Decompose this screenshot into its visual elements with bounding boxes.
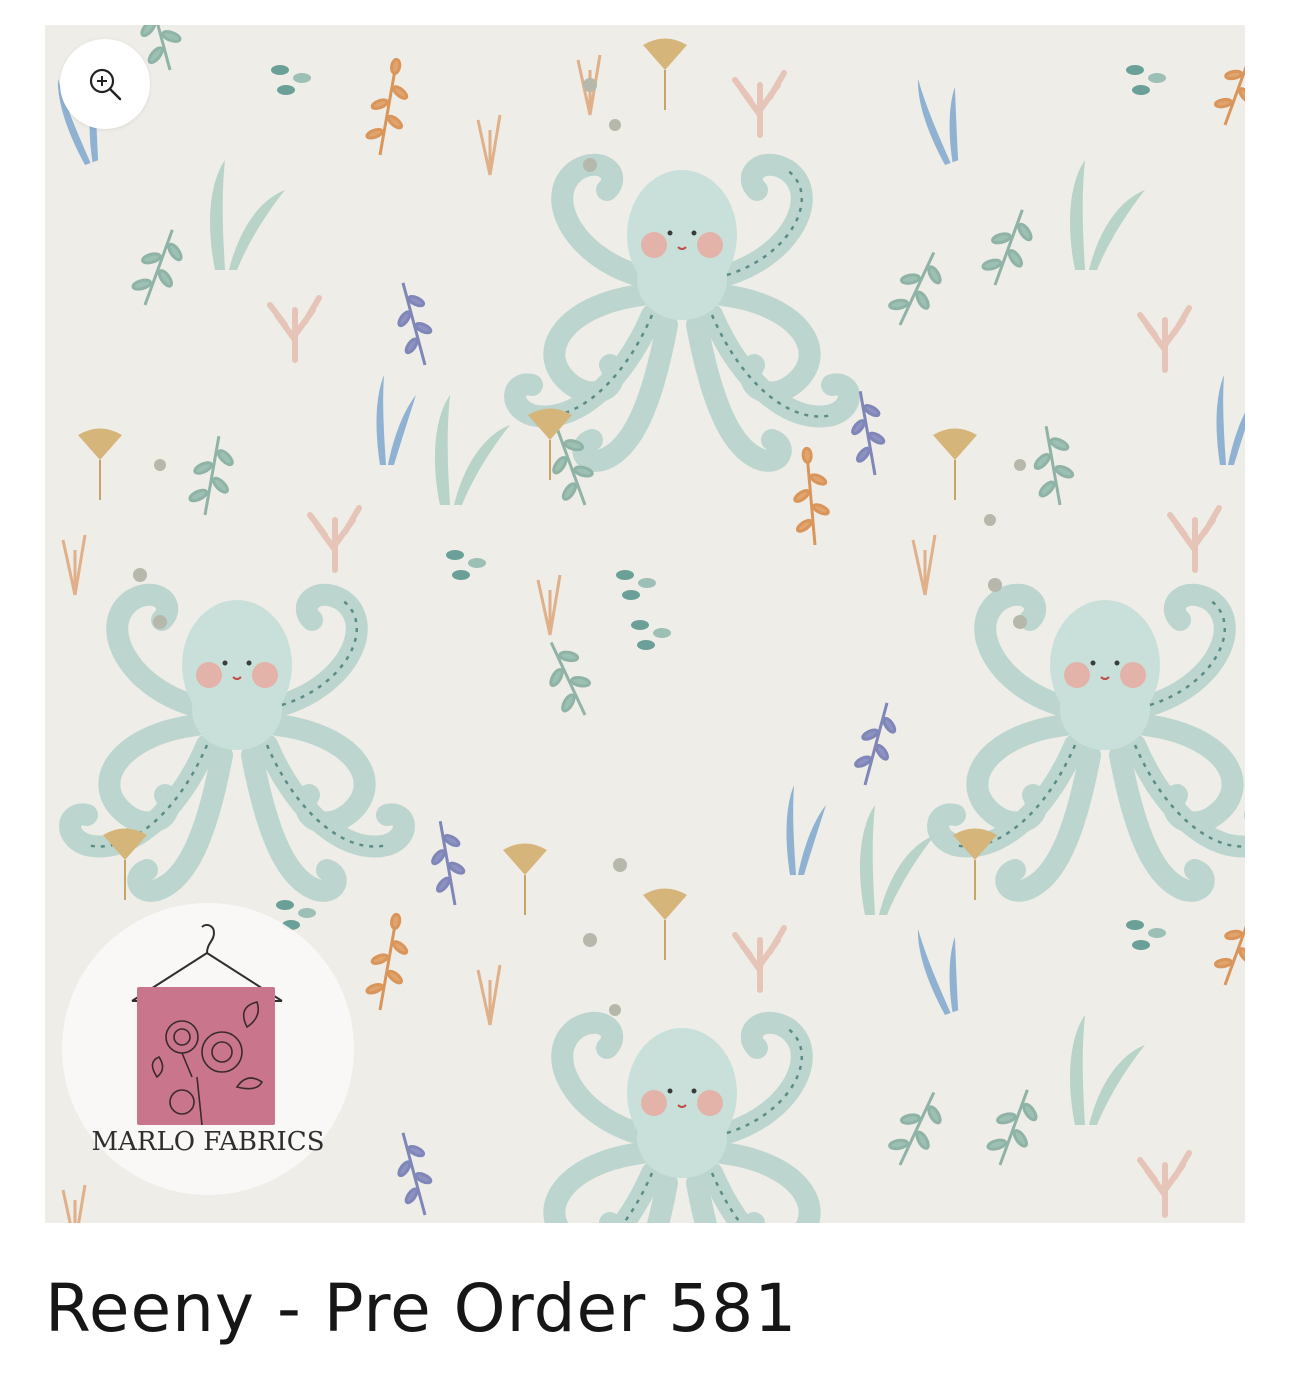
product-image[interactable]: MARLO FABRICS	[45, 25, 1245, 1223]
rose-icon	[151, 1001, 264, 1126]
logo-swatch	[137, 987, 275, 1126]
product-title: Reeny - Pre Order 581	[45, 1270, 798, 1347]
zoom-button[interactable]	[60, 39, 150, 129]
zoom-in-icon	[89, 68, 122, 101]
brand-logo: MARLO FABRICS	[62, 903, 354, 1195]
logo-text: MARLO FABRICS	[91, 1127, 325, 1157]
